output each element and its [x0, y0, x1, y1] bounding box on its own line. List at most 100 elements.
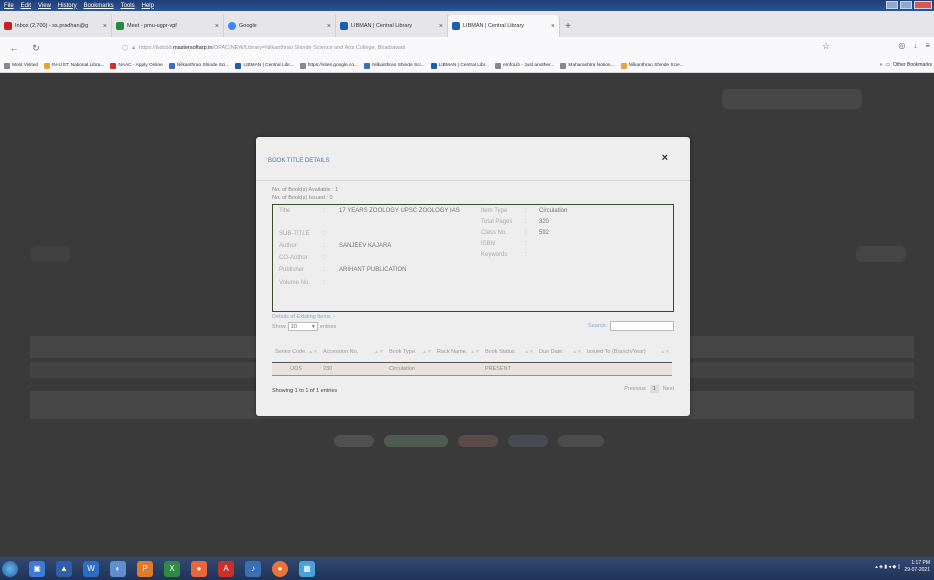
sort-icon: ▲▼ — [308, 348, 318, 355]
menu-bar: File Edit View History Bookmarks Tools H… — [0, 0, 934, 11]
clock-time: 1:17 PM — [911, 560, 930, 566]
sort-icon: ▲▼ — [660, 348, 670, 355]
col-book-type[interactable]: Book Type. ▲▼ — [386, 338, 434, 363]
sort-icon: ▲▼ — [524, 348, 534, 355]
url-text: https://lsdcbd.mastersoftarp.in/OPAC/NEW… — [139, 45, 406, 51]
pocket-icon[interactable]: ◎ — [898, 41, 905, 50]
meet-icon — [116, 22, 124, 30]
bookmark-item[interactable]: Most Visited — [4, 62, 38, 69]
menu-tools[interactable]: Tools — [121, 3, 135, 9]
app-icon[interactable]: ▦ — [299, 560, 315, 577]
bookmark-icon — [620, 62, 627, 69]
start-button[interactable] — [2, 560, 18, 577]
close-icon[interactable]: × — [103, 23, 107, 30]
system-tray: ▴ ◈ ▮ ◂ ◆ ▯ 1:17 PM 29-07-2021 — [875, 560, 930, 574]
tab-google[interactable]: Google × — [224, 15, 336, 37]
bookmark-icon — [110, 62, 117, 69]
other-bookmarks[interactable]: » ▭ Other Bookmarks — [875, 62, 932, 68]
next-button[interactable]: Next — [663, 386, 674, 392]
app-icon[interactable]: ♪ — [245, 560, 261, 577]
bookmark-item[interactable]: Nilkanthrao Shinde Sci... — [168, 62, 229, 69]
backdrop-header-shape — [722, 89, 862, 109]
detail-publisher: Publisher: ARIHANT PUBLICATION — [279, 267, 407, 273]
close-icon[interactable]: × — [327, 23, 331, 30]
minimize-button[interactable] — [886, 1, 898, 9]
close-icon[interactable]: × — [215, 23, 219, 30]
menu-view[interactable]: View — [38, 3, 51, 9]
bookmark-star-icon[interactable]: ☆ — [822, 41, 830, 52]
cell-book-type: Circulation — [386, 362, 434, 376]
show-entries: Show 10 ▾ entries — [272, 322, 336, 331]
close-icon[interactable]: × — [662, 152, 668, 164]
col-book-status[interactable]: Book Status. ▲▼ — [482, 338, 536, 363]
search-label: Search: — [588, 323, 607, 329]
bookmark-icon — [44, 62, 51, 69]
chevron-down-icon: ▾ — [312, 323, 315, 330]
close-icon[interactable]: × — [551, 23, 555, 30]
google-icon — [228, 22, 236, 30]
tab-libman-1[interactable]: LIBMAN | Central Library × — [336, 15, 448, 37]
bookmark-item[interactable]: LIBMAN | Central Libr... — [430, 62, 489, 69]
table-footer: Showing 1 to 1 of 1 entries Previous 1 N… — [272, 384, 674, 404]
page-1-button[interactable]: 1 — [649, 384, 659, 393]
cell-accession-no: 230 — [320, 362, 386, 376]
taskbar: ▣ ▲ W ◐ P X ● A ♪ ● ▦ ▴ ◈ ▮ ◂ ◆ ▯ 1:17 P… — [0, 557, 934, 580]
app-icon[interactable]: W — [83, 560, 99, 577]
tray-icons[interactable]: ▴ ◈ ▮ ◂ ◆ ▯ — [875, 564, 900, 570]
app-icon[interactable]: A — [218, 560, 234, 577]
toolbar-right: ◎ ↓ ≡ — [898, 41, 930, 50]
col-due-date[interactable]: Due Date. ▲▼ — [536, 338, 584, 363]
tab-meet[interactable]: Meet - pmu-ugpr-vpf × — [112, 15, 224, 37]
new-tab-button[interactable]: + — [560, 15, 576, 37]
bookmark-item[interactable]: Maharashtra Notion... — [560, 62, 615, 69]
app-icon[interactable]: X — [164, 560, 180, 577]
bookmark-item[interactable]: Nilkanthrao Shinde Sci... — [364, 62, 425, 69]
app-icon[interactable]: ▣ — [29, 560, 45, 577]
sort-icon: ▲▼ — [572, 348, 582, 355]
tab-gmail[interactable]: Inbox (2,700) - ss.pradhan@g × — [0, 15, 112, 37]
col-rack-name[interactable]: Rack Name. ▲▼ — [434, 338, 482, 363]
search-box: Search: — [588, 321, 674, 331]
app-icon[interactable]: ◐ — [110, 560, 126, 577]
close-icon[interactable]: × — [439, 23, 443, 30]
pagination: Previous 1 Next — [624, 384, 674, 393]
clock[interactable]: 1:17 PM 29-07-2021 — [904, 560, 930, 574]
bookmark-item[interactable]: Nilkanthrao Shinde Scie... — [620, 62, 684, 69]
back-icon[interactable]: ← — [8, 43, 20, 53]
download-icon[interactable]: ↓ — [913, 41, 917, 50]
menu-icon[interactable]: ≡ — [925, 41, 930, 50]
app-icon[interactable]: P — [137, 560, 153, 577]
search-input[interactable] — [610, 321, 674, 331]
menu-file[interactable]: File — [4, 3, 14, 9]
app-icon[interactable]: ▲ — [56, 560, 72, 577]
menu-history[interactable]: History — [58, 3, 77, 9]
maximize-button[interactable] — [900, 1, 912, 9]
url-bar[interactable]: ◯ 🔒︎ https://lsdcbd.mastersoftarp.in/OPA… — [122, 40, 832, 56]
bookmark-item[interactable]: NAAC - Apply Online — [110, 62, 163, 69]
tab-libman-2[interactable]: LIBMAN | Central Library × — [448, 15, 560, 37]
tab-title: LIBMAN | Central Library — [351, 23, 413, 29]
bookmark-item[interactable]: LIBMAN | Central Libr... — [235, 62, 294, 69]
menu-edit[interactable]: Edit — [21, 3, 31, 9]
menu-bookmarks[interactable]: Bookmarks — [84, 3, 114, 9]
bookmark-item[interactable]: eInfoLib - Just another... — [494, 62, 554, 69]
col-issued-to[interactable]: Issued To (Branch/Year) ▲▼ — [584, 338, 672, 363]
existing-items-table: Series Code. ▲▼ Accession No. ▲▼ Book Type… — [272, 338, 672, 376]
bookmark-icon — [430, 62, 437, 69]
bookmark-item[interactable]: IN-LIST: National Libra... — [44, 62, 104, 69]
menu-help[interactable]: Help — [142, 3, 154, 9]
reload-icon[interactable]: ↻ — [30, 43, 42, 54]
show-label: Show — [272, 323, 286, 330]
window-close-button[interactable] — [914, 1, 932, 9]
sort-icon: ▲▼ — [374, 348, 384, 355]
entries-select[interactable]: 10 ▾ — [287, 322, 318, 331]
previous-button[interactable]: Previous — [624, 386, 645, 392]
firefox-icon[interactable]: ● — [272, 560, 288, 577]
tab-strip: Inbox (2,700) - ss.pradhan@g × Meet - pm… — [0, 11, 934, 37]
col-accession-no[interactable]: Accession No. ▲▼ — [320, 338, 386, 363]
bookmark-icon — [235, 62, 242, 69]
col-series-code[interactable]: Series Code. ▲▼ — [272, 338, 320, 363]
bookmark-icon — [168, 62, 175, 69]
bookmark-item[interactable]: https://sites.google.co... — [299, 62, 358, 69]
app-icon[interactable]: ● — [191, 560, 207, 577]
